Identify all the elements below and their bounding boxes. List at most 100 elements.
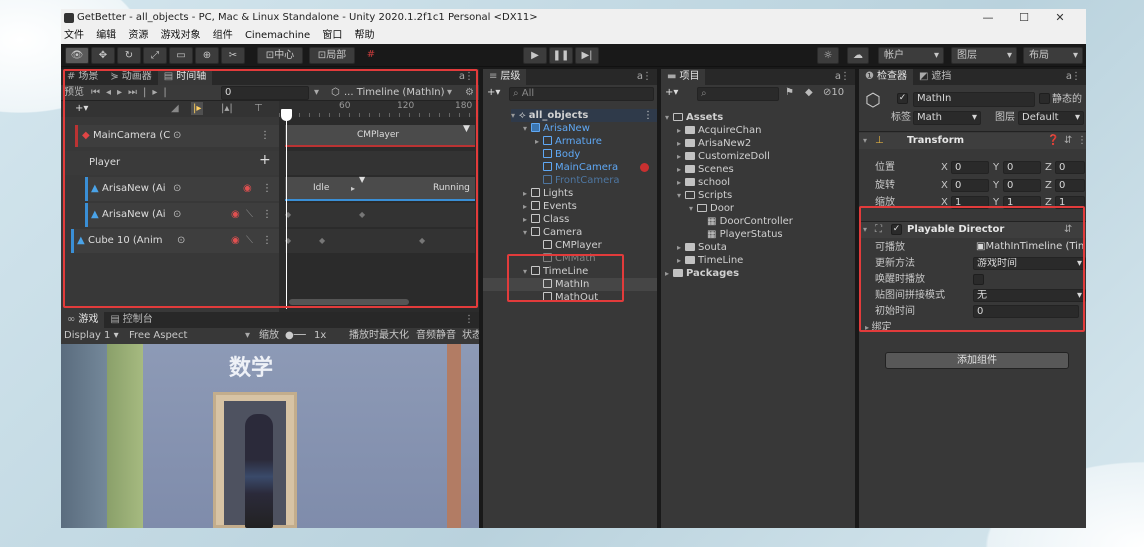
step-button[interactable]: ▶|: [575, 47, 599, 64]
filter-type-icon[interactable]: ⚑: [785, 86, 794, 99]
track-menu-icon[interactable]: ⋮: [262, 208, 272, 221]
marker-icon[interactable]: ◢: [171, 102, 179, 115]
tab-occlusion[interactable]: ◩ 遮挡: [913, 69, 957, 85]
curves-icon[interactable]: ⟍: [246, 234, 253, 247]
menu-cinemachine[interactable]: Cinemachine: [245, 30, 310, 41]
tab-hierarchy[interactable]: ≡ 层级: [483, 69, 527, 85]
add-icon[interactable]: +: [259, 153, 271, 167]
create-dropdown[interactable]: +▾: [665, 86, 678, 99]
filter-label-icon[interactable]: ◆: [805, 86, 813, 99]
rotation-y-field[interactable]: 0: [1003, 179, 1041, 192]
track-header-arisa-1[interactable]: ▲ ArisaNew (Ai ⊙ ◉ ⋮: [85, 177, 279, 201]
rotation-x-field[interactable]: 0: [951, 179, 989, 192]
object-name-field[interactable]: MathIn: [913, 92, 1035, 107]
clip-cmplayer[interactable]: CMPlayer ▼: [285, 124, 475, 147]
tab-scene[interactable]: # 场景: [61, 69, 104, 85]
track-menu-icon[interactable]: ⋮: [262, 234, 272, 247]
track-header-arisa-2[interactable]: ▲ ArisaNew (Ai ⊙ ◉ ⟍ ⋮: [85, 203, 279, 227]
tree-item-assets[interactable]: ▾ Assets: [665, 111, 723, 124]
position-y-field[interactable]: 0: [1003, 161, 1041, 174]
play-button[interactable]: ▶: [523, 47, 547, 64]
keyframe-lane[interactable]: ◆ ◆ ◆: [285, 229, 475, 253]
ripple-icon[interactable]: |▴|: [221, 102, 233, 115]
track-menu-icon[interactable]: ⋮: [260, 129, 270, 142]
director-header[interactable]: ▾ ⛶ ✓ Playable Director ⇵: [859, 222, 1086, 238]
tree-item-class[interactable]: ▸ Class: [523, 213, 569, 226]
scale-tool-icon[interactable]: ⤢: [143, 47, 167, 64]
playback-controls-icon[interactable]: ⏮◂▸⏭|▸|: [91, 86, 173, 99]
tag-dropdown[interactable]: Math ▾: [913, 111, 981, 125]
tree-item-maincamera[interactable]: MainCamera: [543, 161, 649, 174]
playhead-handle[interactable]: [281, 109, 292, 121]
record-icon[interactable]: ◉: [231, 234, 240, 247]
tree-item-body[interactable]: Body: [543, 148, 580, 161]
menu-help[interactable]: 帮助: [355, 30, 375, 41]
tree-item-frontcamera[interactable]: FrontCamera: [543, 174, 620, 187]
stats-toggle[interactable]: 状态: [462, 329, 479, 342]
minimize-button[interactable]: —: [970, 9, 1006, 27]
record-icon[interactable]: ◉: [231, 208, 240, 221]
menu-kebab-icon[interactable]: ⋮: [642, 69, 652, 85]
hidden-count[interactable]: ⊘10: [823, 86, 844, 99]
object-picker-icon[interactable]: ⊙: [173, 208, 181, 221]
settings-icon[interactable]: ⇵: [1064, 134, 1072, 147]
tree-item-armature[interactable]: ▸ Armature: [535, 135, 602, 148]
object-picker-icon[interactable]: ⊙: [177, 234, 185, 247]
add-track-button[interactable]: +▾: [75, 102, 88, 115]
maximize-button[interactable]: ☐: [1006, 9, 1042, 27]
grid-snap-icon[interactable]: #: [361, 47, 381, 64]
tree-item-timeline-folder[interactable]: ▸ TimeLine: [677, 254, 743, 267]
tree-item-events[interactable]: ▸ Events: [523, 200, 577, 213]
scale-y-field[interactable]: 1: [1003, 196, 1041, 209]
aspect-dropdown[interactable]: Free Aspect: [129, 329, 187, 342]
object-picker-icon[interactable]: ⊙: [173, 182, 181, 195]
wrap-mode-dropdown[interactable]: 无 ▾: [973, 289, 1086, 302]
tree-item-acquirechan[interactable]: ▸ AcquireChan: [677, 124, 761, 137]
tree-item-door[interactable]: ▾ Door: [689, 202, 734, 215]
tree-item-doorcontroller[interactable]: ▦ DoorController: [707, 215, 793, 228]
chevron-down-icon[interactable]: ▾: [314, 86, 319, 99]
tree-item-arisanew[interactable]: ▾ ArisaNew: [523, 122, 590, 135]
tree-item-timeline[interactable]: ▾ TimeLine: [523, 265, 588, 278]
time-ruler[interactable]: 60 120 180: [279, 101, 479, 117]
frame-field[interactable]: 0: [221, 86, 309, 100]
tree-item-scripts[interactable]: ▾ Scripts: [677, 189, 732, 202]
menu-gameobject[interactable]: 游戏对象: [161, 30, 201, 41]
tree-item-lights[interactable]: ▸ Lights: [523, 187, 573, 200]
rect-tool-icon[interactable]: ▭: [169, 47, 193, 64]
transform-tool-icon[interactable]: ⊕: [195, 47, 219, 64]
keyframe-lane[interactable]: ◆ ◆: [285, 203, 475, 227]
project-search-input[interactable]: ⌕: [697, 87, 779, 101]
pin-icon[interactable]: ⊤: [254, 102, 263, 115]
add-component-button[interactable]: 添加组件: [885, 352, 1069, 369]
preview-button[interactable]: 预览: [64, 86, 84, 99]
cloud-icon[interactable]: ☁: [847, 47, 869, 64]
view-tool-icon[interactable]: 👁: [65, 47, 89, 64]
space-toggle[interactable]: ⊡局部: [309, 47, 355, 64]
menu-kebab-icon[interactable]: ⋮: [1077, 134, 1086, 147]
tree-item-mathout[interactable]: MathOut: [543, 291, 598, 304]
maximize-on-play-toggle[interactable]: 播放时最大化: [349, 329, 409, 342]
bindings-foldout[interactable]: ▸ 绑定: [865, 321, 892, 334]
game-view[interactable]: 数学: [61, 344, 479, 528]
menu-edit[interactable]: 编辑: [96, 30, 116, 41]
tree-item-souta[interactable]: ▸ Souta: [677, 241, 727, 254]
help-icon[interactable]: ❓: [1047, 134, 1059, 147]
component-enabled-checkbox[interactable]: ✓: [891, 224, 902, 235]
curves-icon[interactable]: ⟍: [246, 208, 253, 221]
scale-x-field[interactable]: 1: [951, 196, 989, 209]
keyframe-icon[interactable]: ◆: [359, 208, 365, 221]
tree-item-school[interactable]: ▸ school: [677, 176, 730, 189]
tree-item-customizedoll[interactable]: ▸ CustomizeDoll: [677, 150, 770, 163]
scale-slider[interactable]: ●──: [285, 329, 306, 342]
static-checkbox[interactable]: [1039, 93, 1050, 104]
horizontal-scrollbar[interactable]: [289, 299, 409, 305]
close-button[interactable]: ✕: [1042, 9, 1078, 27]
hierarchy-search-input[interactable]: ⌕ All: [509, 87, 654, 101]
position-x-field[interactable]: 0: [951, 161, 989, 174]
move-tool-icon[interactable]: ✥: [91, 47, 115, 64]
update-method-dropdown[interactable]: 游戏时间 ▾: [973, 257, 1086, 270]
menu-kebab-icon[interactable]: ⋮: [1071, 69, 1081, 85]
layout-dropdown[interactable]: 布局 ▾: [1023, 47, 1083, 64]
display-dropdown[interactable]: Display 1 ▾: [64, 329, 119, 342]
